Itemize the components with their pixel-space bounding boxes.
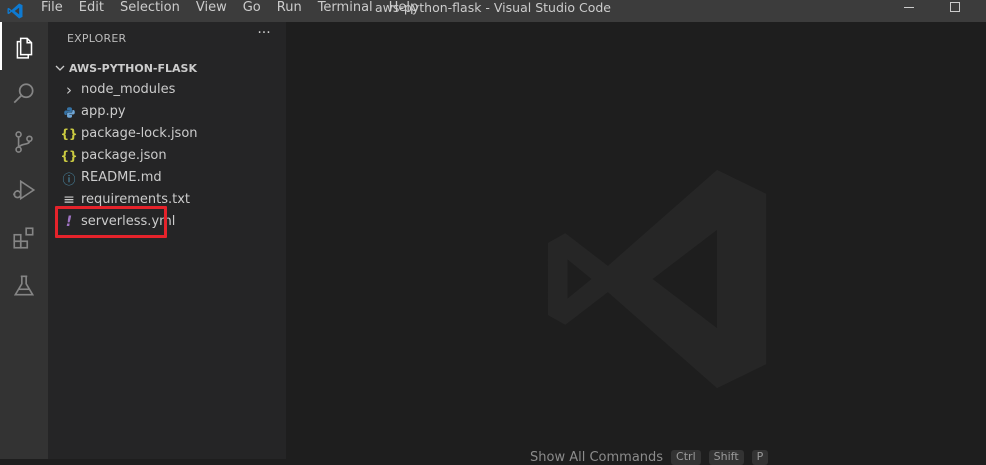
hint-key: P [751, 450, 769, 465]
menu-help[interactable]: Help [381, 0, 427, 22]
menu-run[interactable]: Run [269, 0, 310, 22]
chevron-down-icon [55, 65, 65, 71]
menu-file[interactable]: File [33, 0, 71, 22]
extensions-icon [13, 227, 34, 249]
explorer-sidebar: EXPLORER ··· AWS-PYTHON-FLASK › node_mod… [48, 22, 286, 459]
menu-view[interactable]: View [188, 0, 235, 22]
tree-item-label: node_modules [81, 82, 176, 97]
activity-run-debug[interactable] [0, 166, 48, 214]
activity-bar [0, 22, 48, 459]
explorer-icon [16, 37, 33, 59]
activity-extensions[interactable] [0, 214, 48, 262]
hint-key: Shift [708, 450, 744, 465]
folder-name: AWS-PYTHON-FLASK [69, 61, 197, 75]
activity-testing[interactable] [0, 262, 48, 310]
menu-bar: File Edit Selection View Go Run Terminal… [33, 0, 426, 22]
tree-item-label: package-lock.json [81, 126, 198, 141]
editor-area[interactable]: Show All Commands Ctrl Shift P [286, 22, 986, 465]
json-file-icon: {} [60, 127, 78, 141]
minimize-button[interactable] [886, 0, 932, 22]
maximize-button[interactable] [932, 0, 978, 22]
highlight-box [55, 206, 167, 238]
hint-label: Show All Commands [530, 450, 664, 465]
hint-key: Ctrl [671, 450, 701, 465]
menu-go[interactable]: Go [235, 0, 269, 22]
activity-source-control[interactable] [0, 118, 48, 166]
tree-item-label: app.py [81, 104, 126, 119]
info-file-icon: ⓘ [62, 172, 76, 188]
activity-search[interactable] [0, 70, 48, 118]
menu-edit[interactable]: Edit [71, 0, 112, 22]
menu-selection[interactable]: Selection [112, 0, 188, 22]
command-hint: Show All Commands Ctrl Shift P [530, 450, 769, 465]
python-file-icon [61, 101, 77, 123]
explorer-title: EXPLORER [67, 32, 127, 45]
menu-terminal[interactable]: Terminal [310, 0, 381, 22]
tree-item-app-py[interactable]: app.py [48, 101, 286, 123]
activity-explorer[interactable] [0, 22, 48, 70]
json-file-icon: {} [60, 149, 78, 163]
vscode-watermark-icon [547, 169, 767, 389]
title-bar: File Edit Selection View Go Run Terminal… [0, 0, 986, 22]
source-control-icon [15, 131, 33, 153]
tree-item-readme-md[interactable]: ⓘ README.md [48, 167, 286, 189]
tree-item-node-modules[interactable]: › node_modules [48, 79, 286, 101]
tree-item-label: package.json [81, 148, 167, 163]
tree-item-package-lock-json[interactable]: {} package-lock.json [48, 123, 286, 145]
run-debug-icon [13, 179, 36, 201]
testing-icon [13, 275, 35, 296]
tree-item-package-json[interactable]: {} package.json [48, 145, 286, 167]
chevron-right-icon: › [66, 81, 72, 99]
search-icon [13, 83, 34, 104]
tree-item-label: README.md [81, 170, 162, 185]
vscode-logo-icon [7, 3, 23, 19]
folder-header[interactable]: AWS-PYTHON-FLASK [48, 57, 286, 79]
more-actions-icon[interactable]: ··· [255, 26, 273, 44]
